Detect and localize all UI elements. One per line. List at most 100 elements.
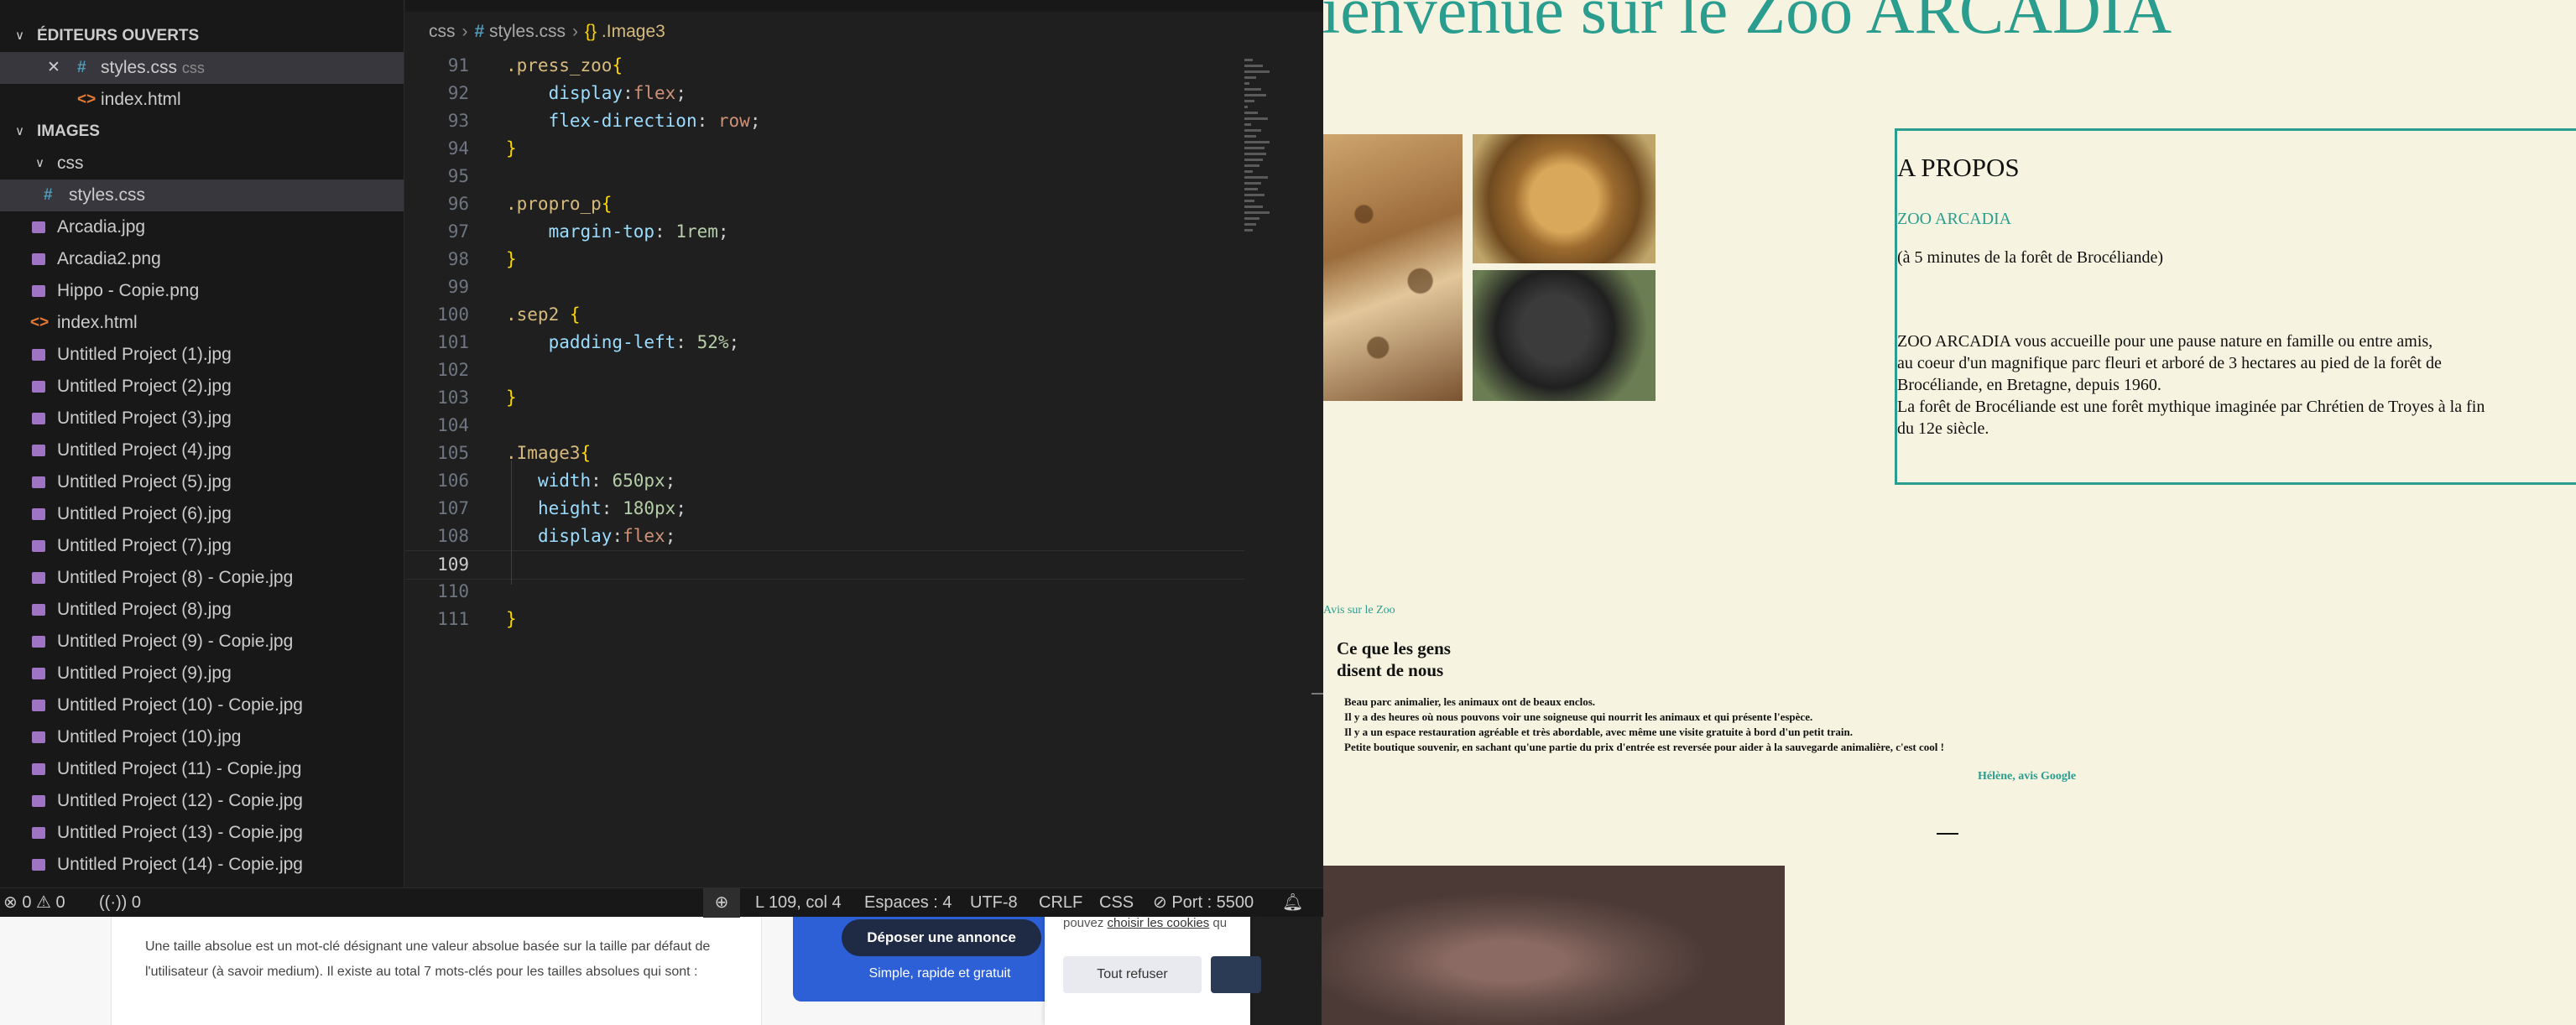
cursor-position[interactable]: L 109, col 4 (755, 888, 842, 918)
file-item[interactable]: # styles.css (0, 180, 404, 211)
live-server-port: Port : 5500 (1171, 893, 1254, 912)
file-label: Untitled Project (3).jpg (57, 408, 232, 428)
language-mode[interactable]: CSS (1099, 888, 1134, 918)
file-label: Untitled Project (9) - Copie.jpg (57, 632, 294, 651)
zoom-icon[interactable]: ⊕ (703, 888, 740, 918)
code-line[interactable]: 104 (405, 412, 1244, 440)
file-item[interactable]: <> index.html (0, 307, 404, 339)
eol-setting[interactable]: CRLF (1039, 888, 1082, 918)
code-token: flex (623, 526, 665, 546)
code-line[interactable]: 103} (405, 384, 1244, 412)
about-section: A PROPOS ZOO ARCADIA (à 5 minutes de la … (1895, 128, 2576, 485)
code-line[interactable]: 111} (405, 606, 1244, 633)
code-text: display:flex; (506, 80, 686, 107)
file-item[interactable]: Untitled Project (14) - Copie.jpg (0, 849, 404, 881)
image-file-icon (32, 434, 45, 466)
breadcrumb-folder[interactable]: css (429, 22, 456, 41)
minimap-line (1244, 194, 1265, 196)
indentation-setting[interactable]: Espaces : 4 (864, 888, 952, 918)
file-item[interactable]: Untitled Project (6).jpg (0, 498, 404, 530)
code-line[interactable]: 101 padding-left: 52%; (405, 329, 1244, 356)
code-line[interactable]: 110 (405, 578, 1244, 606)
choose-cookies-link[interactable]: choisir les cookies (1108, 916, 1210, 930)
file-label: Untitled Project (14) - Copie.jpg (57, 855, 303, 874)
problems-indicator[interactable]: ⊗ 0 ⚠ 0 (3, 888, 65, 918)
broadcast-icon: ((·)) (99, 893, 128, 912)
code-line[interactable]: 99 (405, 273, 1244, 301)
file-item[interactable]: Untitled Project (12) - Copie.jpg (0, 785, 404, 817)
scrollbar-marker[interactable] (1311, 693, 1323, 695)
line-number: 111 (437, 609, 469, 629)
file-item[interactable]: Untitled Project (9).jpg (0, 658, 404, 689)
file-item[interactable]: Untitled Project (8) - Copie.jpg (0, 562, 404, 594)
file-item[interactable]: Hippo - Copie.png (0, 275, 404, 307)
code-line[interactable]: 93 flex-direction: row; (405, 107, 1244, 135)
code-line[interactable]: 108 display:flex; (405, 523, 1244, 550)
open-editor-index[interactable]: <> index.html (0, 84, 404, 116)
review-line: Il y a des heures où nous pouvons voir u… (1344, 710, 1813, 723)
ports-indicator[interactable]: ((·)) 0 (99, 888, 141, 918)
encoding-setting[interactable]: UTF-8 (970, 888, 1018, 918)
minimap-line (1244, 176, 1268, 179)
refuse-all-button[interactable]: Tout refuser (1063, 956, 1202, 993)
file-item[interactable]: Untitled Project (8).jpg (0, 594, 404, 626)
code-token: 52% (696, 332, 729, 352)
file-item[interactable]: Untitled Project (13) - Copie.jpg (0, 817, 404, 849)
live-server-status[interactable]: ⊘ Port : 5500 (1153, 888, 1254, 918)
file-item[interactable]: Untitled Project (7).jpg (0, 530, 404, 562)
notification-bell-icon[interactable]: 🔔︎ (1282, 888, 1303, 918)
code-line[interactable]: 91 .press_zoo{ (405, 52, 1244, 80)
open-editor-styles[interactable]: ✕ # styles.css css (0, 52, 404, 84)
code-line[interactable]: 107 height: 180px; (405, 495, 1244, 523)
code-line[interactable]: 100 .sep2 { (405, 301, 1244, 329)
open-editors-header[interactable]: ∨ ÉDITEURS OUVERTS (0, 20, 404, 52)
status-bar: ⊗ 0 ⚠ 0 ((·)) 0 ⊕ L 109, col 4 Espaces :… (0, 887, 1323, 918)
file-item[interactable]: Untitled Project (5).jpg (0, 466, 404, 498)
accept-button[interactable] (1211, 956, 1261, 993)
code-line[interactable]: 95 (405, 163, 1244, 190)
code-token: width (537, 471, 592, 491)
file-item[interactable]: Untitled Project (2).jpg (0, 371, 404, 403)
file-item[interactable]: Untitled Project (10) - Copie.jpg (0, 689, 404, 721)
line-number: 91 (447, 55, 469, 75)
code-token: : (591, 471, 613, 491)
minimap[interactable] (1244, 59, 1285, 243)
file-item[interactable]: Arcadia2.png (0, 243, 404, 275)
code-text: } (506, 606, 517, 633)
breadcrumb-symbol[interactable]: .Image3 (602, 22, 665, 41)
minimap-line (1244, 211, 1270, 214)
file-item[interactable]: Untitled Project (1).jpg (0, 339, 404, 371)
file-item[interactable]: Arcadia.jpg (0, 211, 404, 243)
file-item[interactable]: Untitled Project (11) - Copie.jpg (0, 753, 404, 785)
line-number: 99 (447, 277, 469, 297)
code-line[interactable]: 98} (405, 246, 1244, 273)
file-item[interactable]: Untitled Project (4).jpg (0, 434, 404, 466)
code-line[interactable]: 106 width: 650px; (405, 467, 1244, 495)
folder-images-header[interactable]: ∨ IMAGES (0, 116, 404, 148)
line-number: 93 (447, 111, 469, 131)
close-icon[interactable]: ✕ (47, 52, 60, 84)
code-token: } (506, 249, 517, 269)
code-line[interactable]: 92 display:flex; (405, 80, 1244, 107)
code-token: flex (633, 83, 676, 103)
line-number: 98 (447, 249, 469, 269)
open-editor-label: styles.css css (101, 52, 205, 84)
code-line[interactable]: 94} (405, 135, 1244, 163)
code-line[interactable]: 96 .propro_p{ (405, 190, 1244, 218)
folder-css[interactable]: ∨ css (0, 148, 404, 180)
breadcrumb-file[interactable]: styles.css (489, 22, 566, 41)
code-line[interactable]: 102 (405, 356, 1244, 384)
code-line[interactable]: 97 margin-top: 1rem; (405, 218, 1244, 246)
code-line[interactable]: 105 .Image3{ (405, 440, 1244, 467)
about-line: Brocéliande, en Bretagne, depuis 1960. (1897, 376, 2161, 394)
minimap-line (1244, 94, 1266, 96)
file-item[interactable]: Untitled Project (10).jpg (0, 721, 404, 753)
file-item[interactable]: Untitled Project (3).jpg (0, 403, 404, 434)
code-line[interactable]: 109 (405, 550, 1244, 580)
post-ad-button[interactable]: Déposer une annonce (842, 919, 1041, 956)
file-item[interactable]: Untitled Project (9) - Copie.jpg (0, 626, 404, 658)
line-number: 96 (447, 194, 469, 214)
line-number: 110 (437, 581, 469, 601)
